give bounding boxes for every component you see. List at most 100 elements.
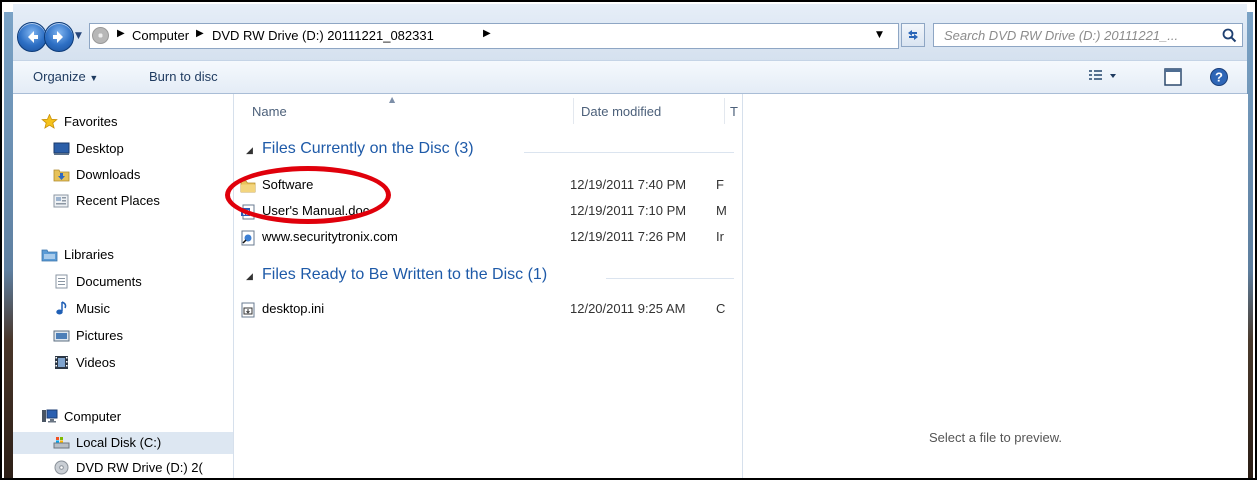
refresh-icon <box>908 30 918 40</box>
breadcrumb-dvd-drive[interactable]: DVD RW Drive (D:) 20111221_082331 <box>212 28 434 43</box>
refresh-button[interactable] <box>901 23 925 47</box>
file-type: C <box>716 301 726 316</box>
preview-pane: Select a file to preview. <box>742 94 1248 478</box>
nav-libraries[interactable]: Libraries <box>41 247 114 262</box>
file-name: desktop.ini <box>262 301 325 316</box>
file-list: Name ▲ Date modified T ◢ Files Currently… <box>234 94 741 478</box>
file-date: 12/20/2011 9:25 AM <box>570 301 686 316</box>
nav-pictures-label: Pictures <box>76 328 123 343</box>
nav-computer-label: Computer <box>64 409 122 424</box>
file-type: M <box>716 203 727 218</box>
nav-recent-places-label: Recent Places <box>76 193 160 208</box>
column-divider[interactable] <box>724 98 725 124</box>
music-icon <box>56 301 67 315</box>
organize-button[interactable]: Organize ▼ <box>33 69 98 84</box>
pictures-icon <box>53 330 70 342</box>
back-button[interactable] <box>17 22 47 52</box>
organize-label: Organize <box>33 69 86 84</box>
address-history-dropdown[interactable]: ▼ <box>876 30 883 40</box>
chevron-down-icon: ▼ <box>89 73 99 83</box>
desktop-edge-left <box>4 12 13 478</box>
file-date: 12/19/2011 7:40 PM <box>570 177 687 192</box>
navigation-pane: Favorites Desktop Downloads Recent Place… <box>13 94 234 478</box>
nav-documents-label: Documents <box>76 274 142 289</box>
forward-button[interactable] <box>44 22 74 52</box>
group-collapse-icon[interactable]: ◢ <box>246 146 253 156</box>
star-icon <box>41 114 58 129</box>
file-row-desktop-ini[interactable]: desktop.ini 12/20/2011 9:25 AM C <box>234 299 734 321</box>
explorer-window: ▼ ▶ Computer ▶ DVD RW Drive (D:) 2011122… <box>13 4 1248 478</box>
nav-videos-label: Videos <box>76 355 116 370</box>
nav-pictures[interactable]: Pictures <box>53 328 123 343</box>
command-bar: Organize ▼ Burn to disc ? <box>13 60 1247 94</box>
nav-documents[interactable]: Documents <box>53 274 142 289</box>
nav-desktop[interactable]: Desktop <box>53 141 124 156</box>
file-row-securitytronix[interactable]: www.securitytronix.com 12/19/2011 7:26 P… <box>234 227 734 249</box>
documents-icon <box>55 274 68 289</box>
column-header-type[interactable]: T <box>730 104 738 119</box>
column-header-date-modified[interactable]: Date modified <box>581 104 661 119</box>
help-button[interactable]: ? <box>1209 67 1229 91</box>
local-disk-icon <box>53 437 70 449</box>
group-header-on-disc[interactable]: Files Currently on the Disc (3) <box>262 140 474 158</box>
nav-libraries-label: Libraries <box>64 247 114 262</box>
svg-text:?: ? <box>1215 70 1223 85</box>
dvd-drive-icon <box>92 27 109 44</box>
libraries-icon <box>41 249 58 262</box>
group-divider-line <box>524 152 734 153</box>
nav-dvd-drive-label: DVD RW Drive (D:) 2( <box>76 460 203 475</box>
group-header-ready-to-write[interactable]: Files Ready to Be Written to the Disc (1… <box>262 266 547 284</box>
column-header-name[interactable]: Name <box>252 104 287 119</box>
nav-music-label: Music <box>76 301 110 316</box>
forward-arrow-icon <box>53 31 63 43</box>
videos-icon <box>55 356 68 369</box>
nav-recent-places[interactable]: Recent Places <box>53 193 160 208</box>
nav-downloads[interactable]: Downloads <box>53 167 140 182</box>
group-divider-line <box>606 278 734 279</box>
recent-places-icon <box>53 194 69 208</box>
view-options-button[interactable] <box>1088 67 1120 89</box>
search-placeholder: Search DVD RW Drive (D:) 20111221_... <box>944 28 1179 43</box>
downloads-icon <box>53 169 70 182</box>
nav-downloads-label: Downloads <box>76 167 141 182</box>
preview-placeholder-text: Select a file to preview. <box>929 430 1062 445</box>
breadcrumb-computer[interactable]: Computer <box>132 28 189 43</box>
highlight-circle-annotation <box>225 166 391 224</box>
view-details-icon <box>1089 70 1116 80</box>
breadcrumb-separator-icon[interactable]: ▶ <box>117 28 125 39</box>
nav-music[interactable]: Music <box>53 301 110 316</box>
preview-pane-icon <box>1164 68 1182 86</box>
nav-computer[interactable]: Computer <box>41 409 121 424</box>
file-name: www.securitytronix.com <box>262 229 398 244</box>
breadcrumb-separator-icon[interactable]: ▶ <box>196 28 204 39</box>
file-type: Ir <box>716 229 724 244</box>
nav-favorites-label: Favorites <box>64 114 118 129</box>
screenshot-frame: ▼ ▶ Computer ▶ DVD RW Drive (D:) 2011122… <box>0 0 1257 480</box>
internet-shortcut-icon <box>241 230 255 246</box>
nav-videos[interactable]: Videos <box>53 355 116 370</box>
computer-icon <box>42 409 58 423</box>
group-collapse-icon[interactable]: ◢ <box>246 272 253 282</box>
nav-favorites[interactable]: Favorites <box>41 114 117 129</box>
file-date: 12/19/2011 7:26 PM <box>570 229 687 244</box>
ini-file-icon <box>241 302 255 318</box>
column-divider[interactable] <box>573 98 574 124</box>
recent-pages-dropdown[interactable]: ▼ <box>75 31 82 41</box>
breadcrumb-separator-icon[interactable]: ▶ <box>483 28 491 39</box>
sort-ascending-icon: ▲ <box>389 95 396 104</box>
search-icon[interactable] <box>1222 28 1237 43</box>
file-type: F <box>716 177 724 192</box>
nav-desktop-label: Desktop <box>76 141 124 156</box>
back-arrow-icon <box>28 31 38 43</box>
desktop-icon <box>53 142 70 155</box>
file-date: 12/19/2011 7:10 PM <box>570 203 687 218</box>
nav-local-disk-label: Local Disk (C:) <box>76 435 162 450</box>
nav-local-disk[interactable]: Local Disk (C:) <box>53 435 161 450</box>
help-icon: ? <box>1210 68 1228 86</box>
burn-to-disc-button[interactable]: Burn to disc <box>149 69 218 84</box>
nav-dvd-drive[interactable]: DVD RW Drive (D:) 2( <box>53 460 203 475</box>
preview-pane-button[interactable] <box>1163 67 1183 91</box>
address-bar[interactable]: ▶ Computer ▶ DVD RW Drive (D:) 20111221_… <box>89 23 899 49</box>
address-area: ▼ ▶ Computer ▶ DVD RW Drive (D:) 2011122… <box>13 4 1247 60</box>
search-input[interactable]: Search DVD RW Drive (D:) 20111221_... <box>933 23 1243 47</box>
